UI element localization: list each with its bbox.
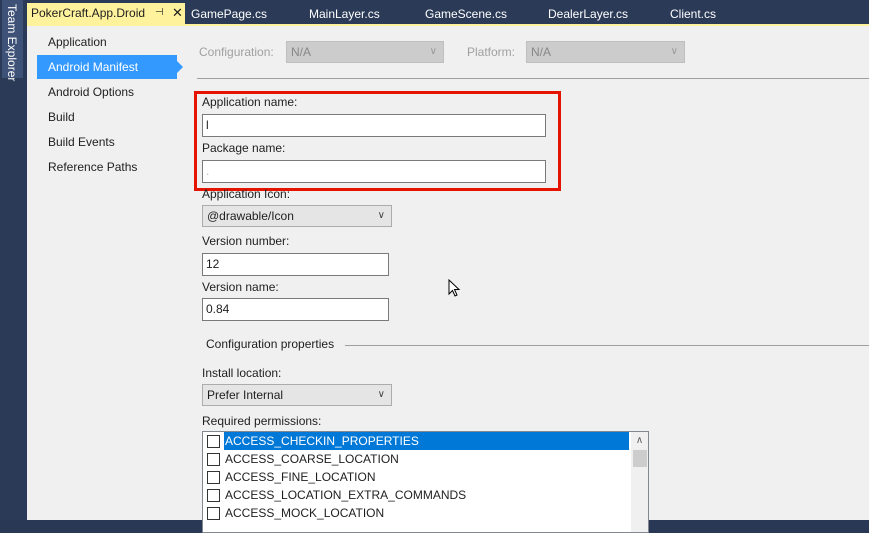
tab-mainlayer-cs[interactable]: MainLayer.cs [309, 4, 380, 24]
nav-item-build[interactable]: Build [37, 105, 177, 129]
mouse-cursor-icon [448, 279, 461, 297]
nav-item-android-manifest[interactable]: Android Manifest [37, 55, 183, 79]
tab-dealerlayer-cs[interactable]: DealerLayer.cs [548, 4, 628, 24]
tab-label: PokerCraft.App.Droid [31, 6, 146, 20]
config-section-divider [345, 345, 869, 346]
team-explorer-label: Team Explorer [5, 4, 19, 82]
configuration-select: N/A ∨ [286, 41, 444, 63]
highlight-annotation-box [194, 91, 561, 191]
scroll-up-icon[interactable]: ∧ [631, 432, 648, 449]
config-section-title: Configuration properties [206, 337, 335, 351]
tab-client-cs[interactable]: Client.cs [670, 4, 716, 24]
team-explorer-tab[interactable]: Team Explorer [2, 0, 23, 82]
scrollbar-thumb[interactable] [633, 450, 647, 467]
platform-label: Platform: [467, 45, 516, 59]
chevron-down-icon: ∨ [377, 210, 385, 221]
permissions-list[interactable]: ACCESS_CHECKIN_PROPERTIES ACCESS_COARSE_… [202, 431, 649, 533]
permission-name: ACCESS_LOCATION_EXTRA_COMMANDS [225, 488, 467, 502]
permission-checkbox[interactable] [207, 453, 220, 466]
tab-label: MainLayer.cs [309, 7, 380, 21]
tab-label: GameScene.cs [425, 7, 508, 21]
version-number-label: Version number: [202, 234, 290, 248]
app-icon-select[interactable]: @drawable/Icon ∨ [202, 205, 392, 227]
tab-label: Client.cs [670, 7, 717, 21]
permission-checkbox[interactable] [207, 489, 220, 502]
permission-name: ACCESS_FINE_LOCATION [225, 470, 376, 484]
tab-gamepage-cs[interactable]: GamePage.cs [191, 4, 267, 24]
version-name-input[interactable]: 0.84 [202, 298, 389, 321]
permission-name: ACCESS_MOCK_LOCATION [225, 506, 385, 520]
permission-name: ACCESS_CHECKIN_PROPERTIES [224, 432, 629, 450]
configuration-label: Configuration: [199, 45, 274, 59]
platform-value: N/A [531, 45, 552, 59]
permission-item[interactable]: ACCESS_CHECKIN_PROPERTIES [203, 432, 629, 450]
document-tab-bar: PokerCraft.App.Droid ⊣ ✕ GamePage.cs Mai… [27, 0, 869, 25]
permission-item[interactable]: ACCESS_COARSE_LOCATION [203, 450, 629, 468]
side-panel-strip: Team Explorer [0, 0, 27, 520]
app-icon-value: @drawable/Icon [207, 209, 294, 223]
install-location-label: Install location: [202, 366, 282, 380]
permission-name: ACCESS_COARSE_LOCATION [225, 452, 399, 466]
install-location-value: Prefer Internal [207, 388, 284, 402]
app-icon-label: Application Icon: [202, 187, 291, 201]
nav-item-application[interactable]: Application [37, 30, 177, 54]
permissions-label: Required permissions: [202, 414, 322, 428]
tab-label: DealerLayer.cs [548, 7, 629, 21]
chevron-down-icon: ∨ [377, 389, 385, 400]
project-properties-pane: Application Android Manifest Android Opt… [27, 26, 869, 533]
toolbar-divider [197, 78, 869, 79]
permissions-scrollbar[interactable]: ∧ [631, 432, 648, 532]
platform-select: N/A ∨ [526, 41, 685, 63]
version-name-label: Version name: [202, 280, 279, 294]
install-location-select[interactable]: Prefer Internal ∨ [202, 384, 392, 406]
pin-icon[interactable]: ⊣ [155, 3, 164, 23]
configuration-value: N/A [291, 45, 312, 59]
permission-checkbox[interactable] [207, 507, 220, 520]
nav-item-android-options[interactable]: Android Options [37, 80, 177, 104]
nav-item-build-events[interactable]: Build Events [37, 130, 177, 154]
nav-item-reference-paths[interactable]: Reference Paths [37, 155, 177, 179]
permission-item[interactable]: ACCESS_LOCATION_EXTRA_COMMANDS [203, 486, 629, 504]
close-icon[interactable]: ✕ [172, 3, 183, 23]
chevron-down-icon: ∨ [670, 46, 678, 57]
tab-gamescene-cs[interactable]: GameScene.cs [425, 4, 507, 24]
tab-pokercraft-app-droid[interactable]: PokerCraft.App.Droid ⊣ ✕ [27, 3, 185, 24]
permission-item[interactable]: ACCESS_FINE_LOCATION [203, 468, 629, 486]
permission-item[interactable]: ACCESS_MOCK_LOCATION [203, 504, 629, 522]
permission-checkbox[interactable] [207, 435, 220, 448]
version-number-input[interactable]: 12 [202, 253, 389, 276]
chevron-down-icon: ∨ [429, 46, 437, 57]
permission-checkbox[interactable] [207, 471, 220, 484]
tab-label: GamePage.cs [191, 7, 268, 21]
